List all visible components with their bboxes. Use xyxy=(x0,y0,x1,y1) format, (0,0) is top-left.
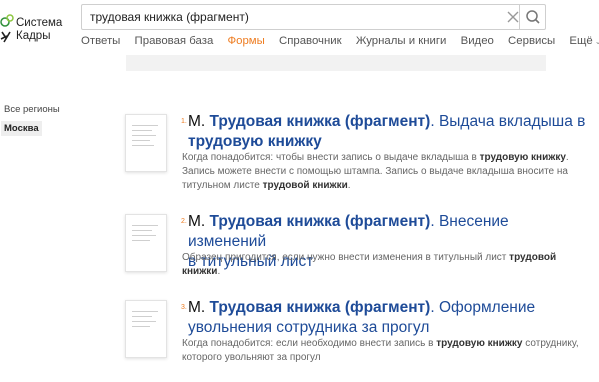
search-icon xyxy=(526,10,540,24)
nav-services[interactable]: Сервисы xyxy=(508,35,555,47)
search-button[interactable] xyxy=(519,5,547,29)
chevron-down-icon: ⌄ xyxy=(594,37,599,46)
result-number: 1. xyxy=(181,118,187,125)
selected-region[interactable]: Москва xyxy=(1,121,42,136)
nav-more-label: Ещё xyxy=(569,35,593,47)
logo[interactable]: Система Кадры xyxy=(0,10,70,50)
document-thumbnail[interactable] xyxy=(125,114,167,172)
result-title[interactable]: М. Трудовая книжка (фрагмент). Выдача вк… xyxy=(188,112,588,152)
result-title[interactable]: М. Трудовая книжка (фрагмент). Оформлени… xyxy=(188,298,588,338)
nav-video[interactable]: Видео xyxy=(461,35,494,47)
result-number: 2. xyxy=(181,218,187,225)
logo-text: Система Кадры xyxy=(16,17,62,43)
nav-more[interactable]: Ещё ⌄ xyxy=(569,35,599,47)
document-thumbnail[interactable] xyxy=(125,214,167,272)
nav-answers[interactable]: Ответы xyxy=(81,35,120,47)
document-thumbnail[interactable] xyxy=(125,300,167,358)
result-number: 3. xyxy=(181,304,187,311)
logo-line1: Система xyxy=(16,17,63,29)
main-nav: Ответы Правовая база Формы Справочник Жу… xyxy=(81,35,599,51)
filter-bar xyxy=(126,55,546,71)
nav-legal-base[interactable]: Правовая база xyxy=(135,35,214,47)
search-input[interactable] xyxy=(82,5,498,29)
result-description: Образец пригодится, если нужно внести из… xyxy=(182,252,557,277)
nav-journals[interactable]: Журналы и книги xyxy=(356,35,447,47)
result-description: Когда понадобится: чтобы внести запись о… xyxy=(182,152,569,191)
regions-label[interactable]: Все регионы xyxy=(4,104,60,115)
search-box xyxy=(81,4,546,30)
nav-reference[interactable]: Справочник xyxy=(279,35,342,47)
logo-icon xyxy=(0,14,14,43)
result-description: Когда понадобится: если необходимо внест… xyxy=(182,338,579,363)
logo-line2: Кадры xyxy=(16,30,51,42)
nav-forms[interactable]: Формы xyxy=(227,35,264,47)
